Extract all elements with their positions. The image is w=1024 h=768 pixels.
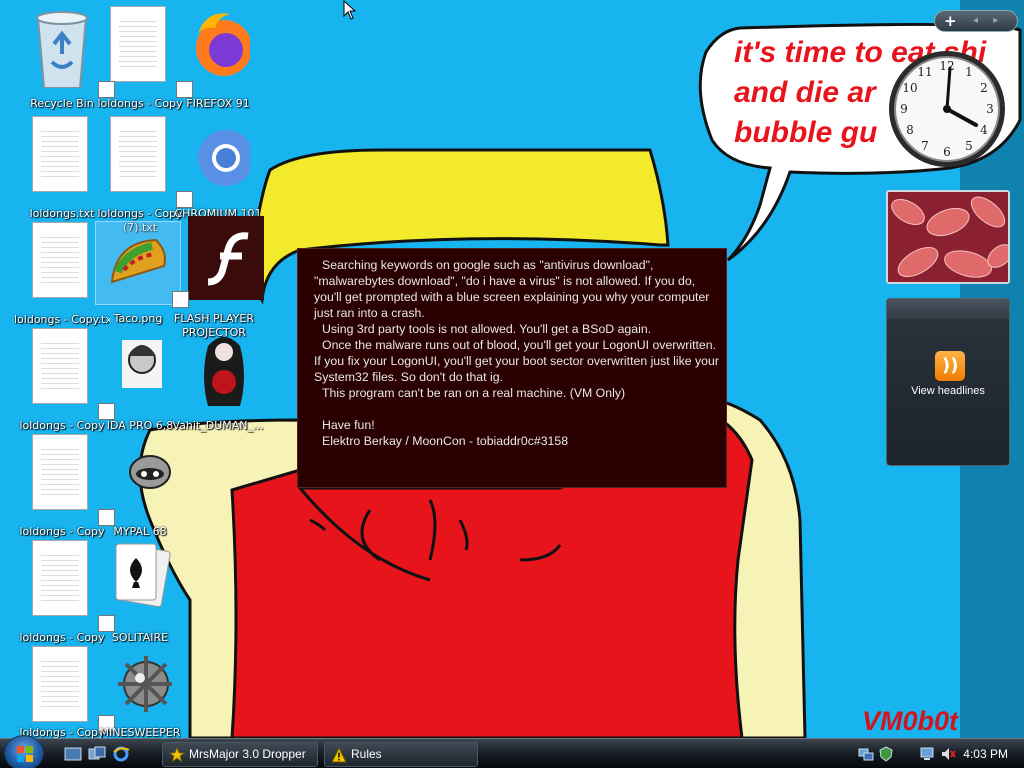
internet-explorer-icon[interactable]: [112, 746, 130, 762]
flash-player-icon[interactable]: FLASH PLAYER PROJECTOR: [172, 210, 264, 339]
network-icon[interactable]: [858, 746, 874, 762]
text-file-icon: [32, 222, 88, 298]
warning-icon: [331, 747, 347, 763]
mouse-cursor-icon: [343, 0, 357, 20]
text-file-icon: [32, 116, 88, 192]
view-headlines-link[interactable]: View headlines: [887, 385, 1009, 397]
shortcut-arrow-icon: [98, 403, 115, 420]
chromium-icon[interactable]: CHROMIUM 101: [174, 110, 262, 220]
playing-cards-image: [115, 543, 171, 608]
text-file-icon: [32, 328, 88, 404]
mine-image: [118, 656, 172, 712]
message-line-4: This program can't be ran on a real mach…: [322, 386, 626, 400]
display-icon[interactable]: [920, 746, 936, 762]
mypal-icon[interactable]: MYPAL 68: [98, 428, 182, 538]
svg-text:8: 8: [906, 123, 914, 137]
taskbar-button-label: MrsMajor 3.0 Dropper: [189, 747, 306, 761]
show-desktop-icon[interactable]: [64, 746, 82, 762]
text-file-icon: [110, 6, 166, 82]
leaves-photo: [888, 192, 1008, 282]
vahit-duman-label: Vahit_DUMAN_...: [172, 419, 264, 432]
security-icon[interactable]: [878, 746, 894, 762]
text-file-icon: [110, 116, 166, 192]
rss-icon: )): [935, 351, 965, 381]
vahit-duman-icon[interactable]: Vahit_DUMAN_...: [172, 322, 264, 432]
svg-text:7: 7: [921, 139, 929, 153]
loldongs-copy-icon-5[interactable]: loldongs - Copy: [19, 640, 105, 739]
svg-text:9: 9: [900, 102, 908, 116]
ida-portrait-image: [122, 340, 162, 388]
recycle-bin-icon[interactable]: Recycle Bin: [20, 0, 104, 110]
loldongs-copy-icon-4[interactable]: loldongs - Copy: [19, 534, 105, 644]
firefox-label: FIREFOX 91: [186, 97, 250, 110]
matryoshka-image: [204, 337, 244, 406]
svg-text:11: 11: [917, 65, 932, 79]
windows-flag-icon: [17, 746, 33, 762]
loldongs-copy-icon-2[interactable]: loldongs - Copy: [19, 322, 105, 432]
bubble-line-3: bubble gu: [734, 116, 877, 149]
message-line-3: Once the malware runs out of blood, you'…: [314, 338, 719, 384]
flash-logo-icon: [188, 216, 264, 300]
message-line-6: Elektro Berkay / MoonCon - tobiaddr0c#31…: [322, 434, 569, 448]
text-file-icon: [32, 434, 88, 510]
taskbar-button-label: Rules: [351, 747, 382, 761]
shortcut-arrow-icon: [176, 81, 193, 98]
shortcut-arrow-icon: [98, 81, 115, 98]
start-button[interactable]: [4, 735, 44, 768]
firefox-logo-icon: [196, 13, 250, 76]
shortcut-arrow-icon: [98, 615, 115, 632]
shortcut-arrow-icon: [98, 509, 115, 526]
message-line-1: Searching keywords on google such as "an…: [314, 258, 710, 320]
svg-text:12: 12: [939, 59, 954, 73]
text-file-icon: [32, 540, 88, 616]
taskbar-button-rules[interactable]: Rules: [324, 742, 478, 767]
volume-muted-icon[interactable]: [940, 746, 956, 762]
minesweeper-icon[interactable]: MINESWEEPER: [98, 640, 182, 739]
svg-text:2: 2: [980, 81, 988, 95]
svg-text:5: 5: [965, 139, 973, 153]
gadget-nav-arrows[interactable]: ◂ ▸: [973, 15, 1004, 26]
star-icon: [169, 747, 185, 763]
bubble-line-2: and die ar: [734, 76, 878, 109]
clock-gadget[interactable]: 12 12 345 678 91011: [886, 48, 1008, 170]
sidebar-controls: + ◂ ▸: [934, 10, 1018, 32]
svg-text:1: 1: [965, 65, 973, 79]
rules-message-window: Searching keywords on google such as "an…: [297, 248, 727, 488]
svg-text:6: 6: [943, 145, 951, 159]
text-file-icon: [32, 646, 88, 722]
wallpaper-signature: VM0b0t: [862, 706, 959, 736]
loldongs-copy-icon-3[interactable]: loldongs - Copy: [19, 428, 105, 538]
svg-text:3: 3: [986, 102, 994, 116]
slideshow-gadget[interactable]: [886, 190, 1010, 284]
solitaire-icon[interactable]: SOLITAIRE: [98, 534, 182, 644]
add-gadget-button[interactable]: +: [944, 12, 957, 30]
raccoon-image: [129, 455, 171, 489]
loldongs-copy7-txt-icon[interactable]: loldongs - Copy (7).txt: [97, 110, 183, 234]
shortcut-arrow-icon: [172, 291, 189, 308]
svg-text:10: 10: [902, 81, 917, 95]
message-line-2: Using 3rd party tools is not allowed. Yo…: [322, 322, 652, 336]
loldongs-copy-icon-1[interactable]: loldongs - Copy: [97, 0, 183, 110]
chromium-logo-icon: [198, 130, 250, 186]
taco-image: [110, 238, 166, 284]
loldongs-txt-icon[interactable]: loldongs.txt: [20, 110, 104, 220]
feed-headlines-gadget[interactable]: )) View headlines: [886, 298, 1010, 466]
switch-windows-icon[interactable]: [88, 746, 106, 762]
shortcut-arrow-icon: [176, 191, 193, 208]
taco-png-icon[interactable]: Taco.png: [95, 221, 181, 325]
message-line-5: Have fun!: [322, 418, 375, 432]
firefox-icon[interactable]: FIREFOX 91: [176, 0, 260, 110]
taskbar-button-mrsmajor-dropper[interactable]: MrsMajor 3.0 Dropper: [162, 742, 318, 767]
recycle-bin-image: [36, 11, 88, 88]
taskbar-clock[interactable]: 4:03 PM: [963, 747, 1008, 761]
taskbar: MrsMajor 3.0 Dropper Rules 4:03 PM: [0, 735, 1024, 768]
svg-text:4: 4: [980, 123, 988, 137]
system-tray: 4:03 PM: [850, 741, 1024, 767]
